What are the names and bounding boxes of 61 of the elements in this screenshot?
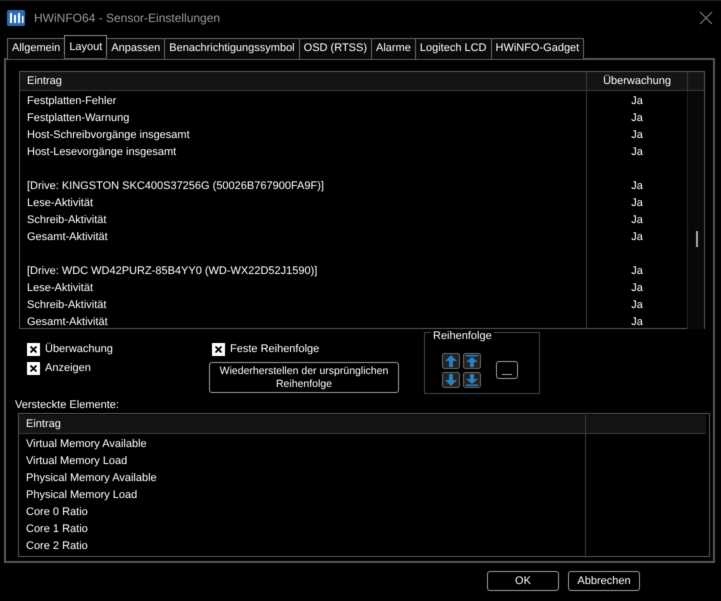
table-cell-text: Virtual Memory Load <box>25 454 128 468</box>
table-cell-text: Schreib-Aktivität <box>26 212 108 228</box>
table-cell-text: Core 0 Ratio <box>25 504 89 520</box>
checkbox[interactable] <box>27 342 40 356</box>
tab[interactable]: Alarme <box>371 38 416 59</box>
window-title: HWiNFO64 - Sensor-Einstellungen <box>34 11 222 25</box>
table-cell-text: Ja <box>630 212 644 228</box>
dialog-button[interactable]: OK <box>487 571 559 591</box>
table-cell-text: Schreib-Aktivität <box>26 298 108 312</box>
table-cell-text: Ja <box>630 128 644 142</box>
table-cell-text: Ja <box>630 298 644 312</box>
table-cell-text: Gesamt-Aktivität <box>26 314 109 330</box>
table-cell-text: Ja <box>630 230 644 244</box>
app-icon <box>6 9 26 27</box>
column-header[interactable]: Eintrag <box>20 72 586 90</box>
checkbox-label[interactable]: Anzeigen <box>45 362 91 374</box>
checkbox[interactable] <box>27 362 40 374</box>
table-cell-text: Virtual Memory Available <box>25 436 148 452</box>
tab[interactable]: HWiNFO-Gadget <box>490 38 584 59</box>
table-cell-text: Ja <box>630 178 644 194</box>
dialog-button[interactable]: Abbrechen <box>568 571 640 591</box>
checkbox-label[interactable]: Feste Reihenfolge <box>230 343 320 355</box>
table-cell-text: Core 2 Ratio <box>25 538 89 554</box>
table-cell-text: Ja <box>630 94 644 108</box>
tab[interactable]: Layout <box>64 35 108 55</box>
tab[interactable]: Benachrichtigungssymbol <box>164 38 300 59</box>
scrollbar[interactable] <box>687 91 704 329</box>
table-cell-text: Ja <box>630 110 644 126</box>
move-up-icon[interactable] <box>442 352 460 368</box>
move-bottom-icon[interactable] <box>463 372 481 388</box>
table-cell-text: Host-Schreibvorgänge insgesamt <box>26 128 191 142</box>
reset-key-button[interactable]: __ <box>496 361 518 379</box>
close-icon[interactable] <box>699 11 713 25</box>
table-cell-text: Physical Memory Load <box>25 488 138 502</box>
tab[interactable]: Anpassen <box>106 38 166 59</box>
table-cell-text: Host-Lesevorgänge insgesamt <box>26 144 178 160</box>
table-cell-text: Festplatten-Fehler <box>26 94 118 108</box>
checkbox-label[interactable]: Überwachung <box>45 343 113 355</box>
table-cell-text: Lese-Aktivität <box>26 280 94 296</box>
table-cell-text: Lese-Aktivität <box>26 196 94 210</box>
table-cell-text: Physical Memory Available <box>25 470 158 486</box>
tab[interactable]: Allgemein <box>7 38 66 59</box>
column-header[interactable]: Überwachung <box>586 72 687 90</box>
move-top-icon[interactable] <box>463 352 481 368</box>
table-cell-text: [Drive: KINGSTON SKC400S37256G (50026B767900FA9F)] <box>26 178 325 194</box>
table-cell-text: Ja <box>630 314 644 330</box>
table-cell-text: Ja <box>630 196 644 210</box>
table-cell-text: Ja <box>630 264 644 278</box>
table-cell-text: Ja <box>630 280 644 296</box>
restore-order-button[interactable]: Wiederherstellen der ursprünglichen Reihenfolge <box>209 362 399 393</box>
table-cell-text: Festplatten-Warnung <box>26 110 130 126</box>
table-cell-text: Core 1 Ratio <box>25 522 89 536</box>
tab[interactable]: OSD (RTSS) <box>298 38 372 59</box>
hidden-items-label: Versteckte Elemente: <box>15 398 120 413</box>
table-cell-text: Gesamt-Aktivität <box>26 230 109 244</box>
table-cell-text: Ja <box>630 144 644 160</box>
table-cell-text: [Drive: WDC WD42PURZ-85B4YY0 (WD-WX22D52J1590)] <box>26 264 318 278</box>
tab[interactable]: Logitech LCD <box>414 38 492 59</box>
checkbox[interactable] <box>212 342 225 356</box>
group-title: Reihenfolge <box>431 330 494 342</box>
move-down-icon[interactable] <box>442 372 460 388</box>
